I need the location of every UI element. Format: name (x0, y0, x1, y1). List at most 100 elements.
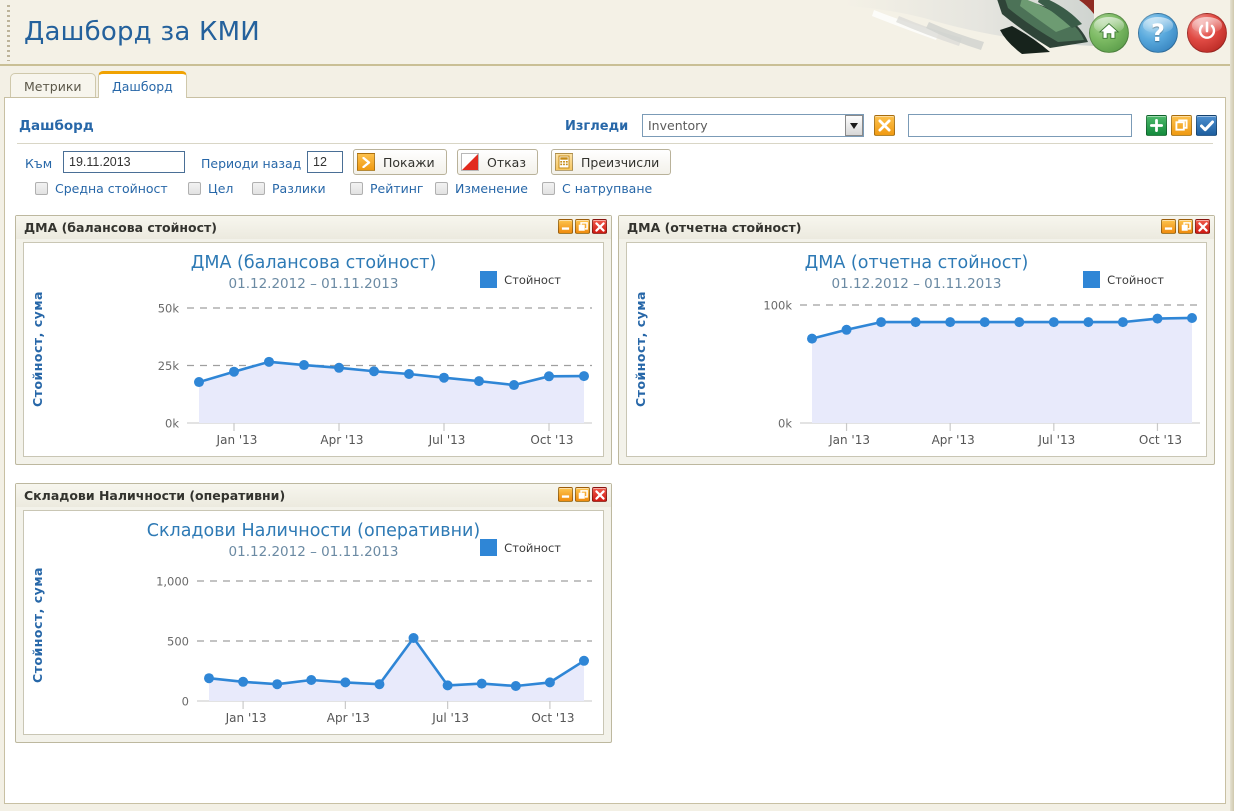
svg-text:Apr '13: Apr '13 (320, 433, 363, 447)
checkbox-box[interactable] (188, 182, 201, 195)
checkbox-box[interactable] (350, 182, 363, 195)
copy-view-button[interactable] (1171, 115, 1192, 136)
checkbox-average-value[interactable]: Средна стойност (35, 181, 168, 196)
recalculate-button-label: Преизчисли (581, 154, 660, 170)
close-icon (1197, 221, 1208, 232)
views-selected-value: Inventory (648, 118, 708, 133)
home-icon (1098, 20, 1120, 46)
checkbox-box[interactable] (542, 182, 555, 195)
svg-text:Oct '13: Oct '13 (1139, 433, 1182, 447)
chevron-down-icon[interactable] (845, 115, 863, 136)
views-dropdown[interactable]: Inventory (642, 114, 864, 137)
filter-row-inputs: Към Периоди назад Покажи Отказ (5, 149, 1225, 175)
home-button[interactable] (1089, 13, 1129, 53)
cancel-button-label: Отказ (487, 154, 526, 170)
tab-dashboard-label: Дашборд (112, 78, 173, 94)
date-label: Към (25, 156, 53, 171)
close-icon (594, 221, 605, 232)
check-icon (1199, 120, 1214, 131)
svg-text:Jul '13: Jul '13 (428, 433, 466, 447)
show-button[interactable]: Покажи (353, 149, 447, 175)
add-view-button[interactable] (1146, 115, 1167, 136)
periods-input[interactable] (307, 151, 343, 173)
date-input[interactable] (63, 151, 185, 173)
svg-text:50k: 50k (158, 302, 180, 316)
confirm-view-button[interactable] (1196, 115, 1217, 136)
checkbox-label: Разлики (272, 181, 326, 196)
content-area: Дашборд Изгледи Inventory Към 19.11.2013… (4, 97, 1226, 804)
svg-text:Apr '13: Apr '13 (327, 711, 370, 725)
view-name-input[interactable] (908, 114, 1132, 137)
panel-header: ДМА (отчетна стойност) (619, 216, 1214, 239)
tab-metrics[interactable]: Метрики (10, 73, 96, 98)
svg-text:Jul '13: Jul '13 (1037, 433, 1075, 447)
close-button[interactable] (1195, 219, 1210, 234)
app-header: Дашборд за КМИ ? (0, 0, 1234, 66)
svg-text:0k: 0k (778, 417, 792, 431)
close-x-icon (878, 119, 891, 132)
eagle-decoration-image (844, 0, 1094, 62)
clear-view-button[interactable] (874, 115, 895, 136)
checkbox-label: Рейтинг (370, 181, 424, 196)
svg-text:Jan '13: Jan '13 (225, 711, 267, 725)
chart-plot-area: 0k 25k 50k Jan '13 Apr '13 Jul '13 Oct '13 (158, 302, 592, 447)
power-button[interactable] (1187, 13, 1227, 53)
restore-button[interactable] (1178, 219, 1193, 234)
checkbox-label: С натрупване (562, 181, 653, 196)
svg-text:1,000: 1,000 (156, 575, 189, 589)
close-button[interactable] (592, 219, 607, 234)
dashboard-panel: ДМА (балансова стойност) ДМА (балансова … (15, 215, 612, 465)
checkbox-target[interactable]: Цел (188, 181, 233, 196)
panel-title: ДМА (отчетна стойност) (627, 220, 802, 235)
svg-text:500: 500 (167, 635, 189, 649)
checkbox-differences[interactable]: Разлики (252, 181, 326, 196)
panel-body: ДМА (балансова стойност) 01.12.2012 – 01… (23, 242, 604, 457)
svg-text:100k: 100k (763, 299, 792, 313)
panel-window-buttons (558, 487, 607, 502)
restore-button[interactable] (575, 219, 590, 234)
checkbox-label: Цел (208, 181, 234, 196)
help-button[interactable]: ? (1138, 13, 1178, 53)
panel-header: Складови Наличности (оперативни) (16, 484, 611, 507)
tab-metrics-label: Метрики (24, 78, 82, 94)
minimize-button[interactable] (558, 487, 573, 502)
minimize-button[interactable] (558, 219, 573, 234)
minimize-icon (561, 495, 570, 498)
checkbox-box[interactable] (435, 182, 448, 195)
cancel-icon (461, 153, 479, 171)
divider (17, 143, 1213, 144)
filter-checkbox-row: Средна стойност Цел Разлики Рейтинг Изме… (5, 181, 1225, 205)
copy-icon (1175, 119, 1188, 131)
checkbox-cumulative[interactable]: С натрупване (542, 181, 652, 196)
close-icon (594, 489, 605, 500)
checkbox-rating[interactable]: Рейтинг (350, 181, 424, 196)
restore-icon (1181, 221, 1191, 231)
panel-body: Складови Наличности (оперативни) 01.12.2… (23, 510, 604, 735)
drag-dots-handle[interactable] (7, 5, 10, 61)
close-button[interactable] (592, 487, 607, 502)
chart-plot-area: 0 500 1,000 Jan '13 Apr '13 Jul '13 Oct '13 (156, 575, 592, 725)
checkbox-label: Изменение (455, 181, 528, 196)
periods-label: Периоди назад (201, 156, 302, 171)
svg-text:25k: 25k (158, 359, 180, 373)
checkbox-box[interactable] (252, 182, 265, 195)
minimize-icon (561, 227, 570, 230)
restore-button[interactable] (575, 487, 590, 502)
window-right-edge (1230, 0, 1234, 811)
chart-1: ДМА (отчетна стойност) 01.12.2012 – 01.1… (627, 243, 1206, 456)
checkbox-box[interactable] (35, 182, 48, 195)
panel-title: ДМА (балансова стойност) (24, 220, 217, 235)
panel-header: ДМА (балансова стойност) (16, 216, 611, 239)
svg-text:Oct '13: Oct '13 (531, 711, 574, 725)
question-icon: ? (1151, 19, 1165, 47)
chart-0: ДМА (балансова стойност) 01.12.2012 – 01… (24, 243, 603, 456)
cancel-button[interactable]: Отказ (457, 149, 538, 175)
tab-dashboard[interactable]: Дашборд (98, 71, 187, 98)
svg-text:Jan '13: Jan '13 (216, 433, 258, 447)
views-label: Изгледи (565, 119, 629, 134)
plus-icon (1150, 119, 1163, 132)
checkbox-change[interactable]: Изменение (435, 181, 528, 196)
minimize-button[interactable] (1161, 219, 1176, 234)
recalculate-button[interactable]: Преизчисли (551, 149, 672, 175)
filter-toolbar: Дашборд Изгледи Inventory Към 19.11.2013… (5, 98, 1225, 196)
